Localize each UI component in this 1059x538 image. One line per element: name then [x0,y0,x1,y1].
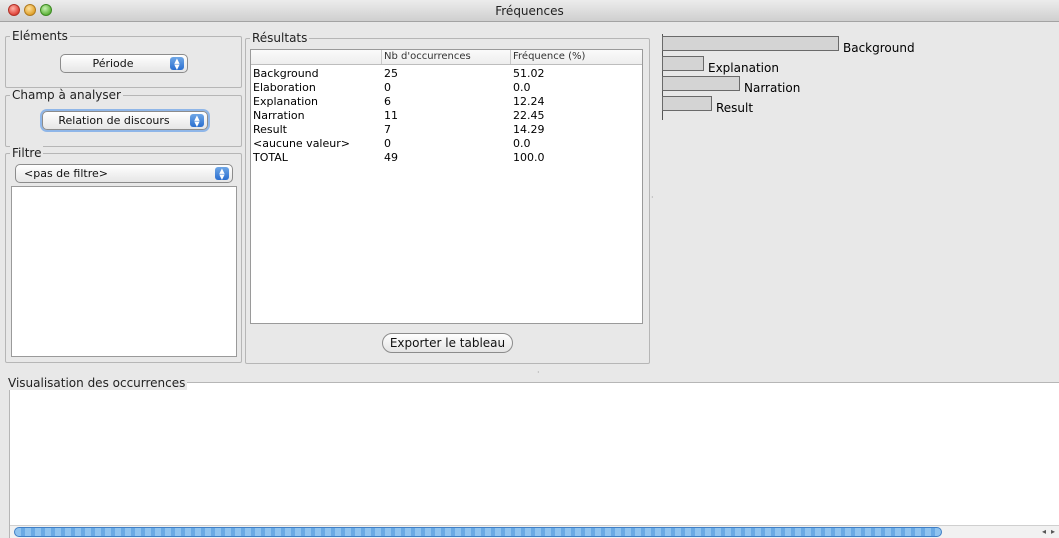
filtre-legend: Filtre [10,146,44,160]
chart-bar [662,76,740,91]
scrollbar-thumb[interactable] [14,527,942,537]
row-label: Result [253,123,287,136]
select-arrows-icon: ▲ ▼ [170,57,184,71]
visualisation-legend: Visualisation des occurrences [6,376,188,390]
table-row[interactable]: Elaboration 0 0.0 [251,81,642,95]
occurrences-visualisation-panel[interactable] [9,382,1059,538]
export-table-button[interactable]: Exporter le tableau [382,333,513,353]
select-arrows-icon: ▲ ▼ [190,114,204,128]
elements-legend: Eléments [10,29,70,43]
row-count: 11 [384,109,398,122]
filtre-select[interactable]: <pas de filtre> ▲ ▼ [15,164,233,183]
results-legend: Résultats [250,31,310,45]
chart-bar-label: Narration [744,81,801,95]
elements-select[interactable]: Période ▲ ▼ [60,54,188,73]
chart-bar-label: Explanation [708,61,779,75]
table-row[interactable]: Result 7 14.29 [251,123,642,137]
table-row[interactable]: Narration 11 22.45 [251,109,642,123]
row-frequency: 22.45 [513,109,545,122]
champ-select-value: Relation de discours [58,114,170,127]
filtre-list[interactable] [11,186,237,357]
row-frequency: 0.0 [513,137,531,150]
table-row[interactable]: <aucune valeur> 0 0.0 [251,137,642,151]
row-label: Narration [253,109,305,122]
window-titlebar: Fréquences [0,0,1059,22]
champ-select[interactable]: Relation de discours ▲ ▼ [42,111,208,130]
table-row[interactable]: Background 25 51.02 [251,67,642,81]
table-row[interactable]: TOTAL 49 100.0 [251,151,642,165]
row-count: 49 [384,151,398,164]
row-count: 0 [384,137,391,150]
chart-bar [662,96,712,111]
row-frequency: 51.02 [513,67,545,80]
row-label: Explanation [253,95,319,108]
row-label: Background [253,67,319,80]
row-frequency: 100.0 [513,151,545,164]
horizontal-splitter-grip[interactable]: · [537,369,540,377]
frequency-bar-chart: Background Explanation Narration Result [652,30,1059,366]
scroll-left-icon[interactable]: ◂ [1042,526,1046,537]
row-frequency: 0.0 [513,81,531,94]
table-row[interactable]: Explanation 6 12.24 [251,95,642,109]
row-label: TOTAL [253,151,288,164]
select-arrows-icon: ▲ ▼ [215,167,229,181]
row-frequency: 12.24 [513,95,545,108]
scroll-right-icon[interactable]: ▸ [1051,526,1055,537]
row-count: 0 [384,81,391,94]
row-count: 6 [384,95,391,108]
horizontal-scrollbar[interactable]: ◂ ▸ [10,525,1059,538]
elements-select-value: Période [92,57,134,70]
chart-bar [662,36,839,51]
champ-legend: Champ à analyser [10,88,123,102]
filtre-select-value: <pas de filtre> [24,167,108,180]
window-title: Fréquences [495,4,564,18]
row-count: 25 [384,67,398,80]
results-table[interactable]: Nb d'occurrences Fréquence (%) Backgroun… [250,49,643,324]
results-table-header: Nb d'occurrences Fréquence (%) [251,50,642,65]
chart-bar [662,56,704,71]
chart-bar-label: Background [843,41,915,55]
row-count: 7 [384,123,391,136]
column-header-frequence[interactable]: Fréquence (%) [513,51,585,62]
row-frequency: 14.29 [513,123,545,136]
row-label: Elaboration [253,81,316,94]
chart-bar-label: Result [716,101,754,115]
column-header-occurrences[interactable]: Nb d'occurrences [384,51,471,62]
row-label: <aucune valeur> [253,137,350,150]
